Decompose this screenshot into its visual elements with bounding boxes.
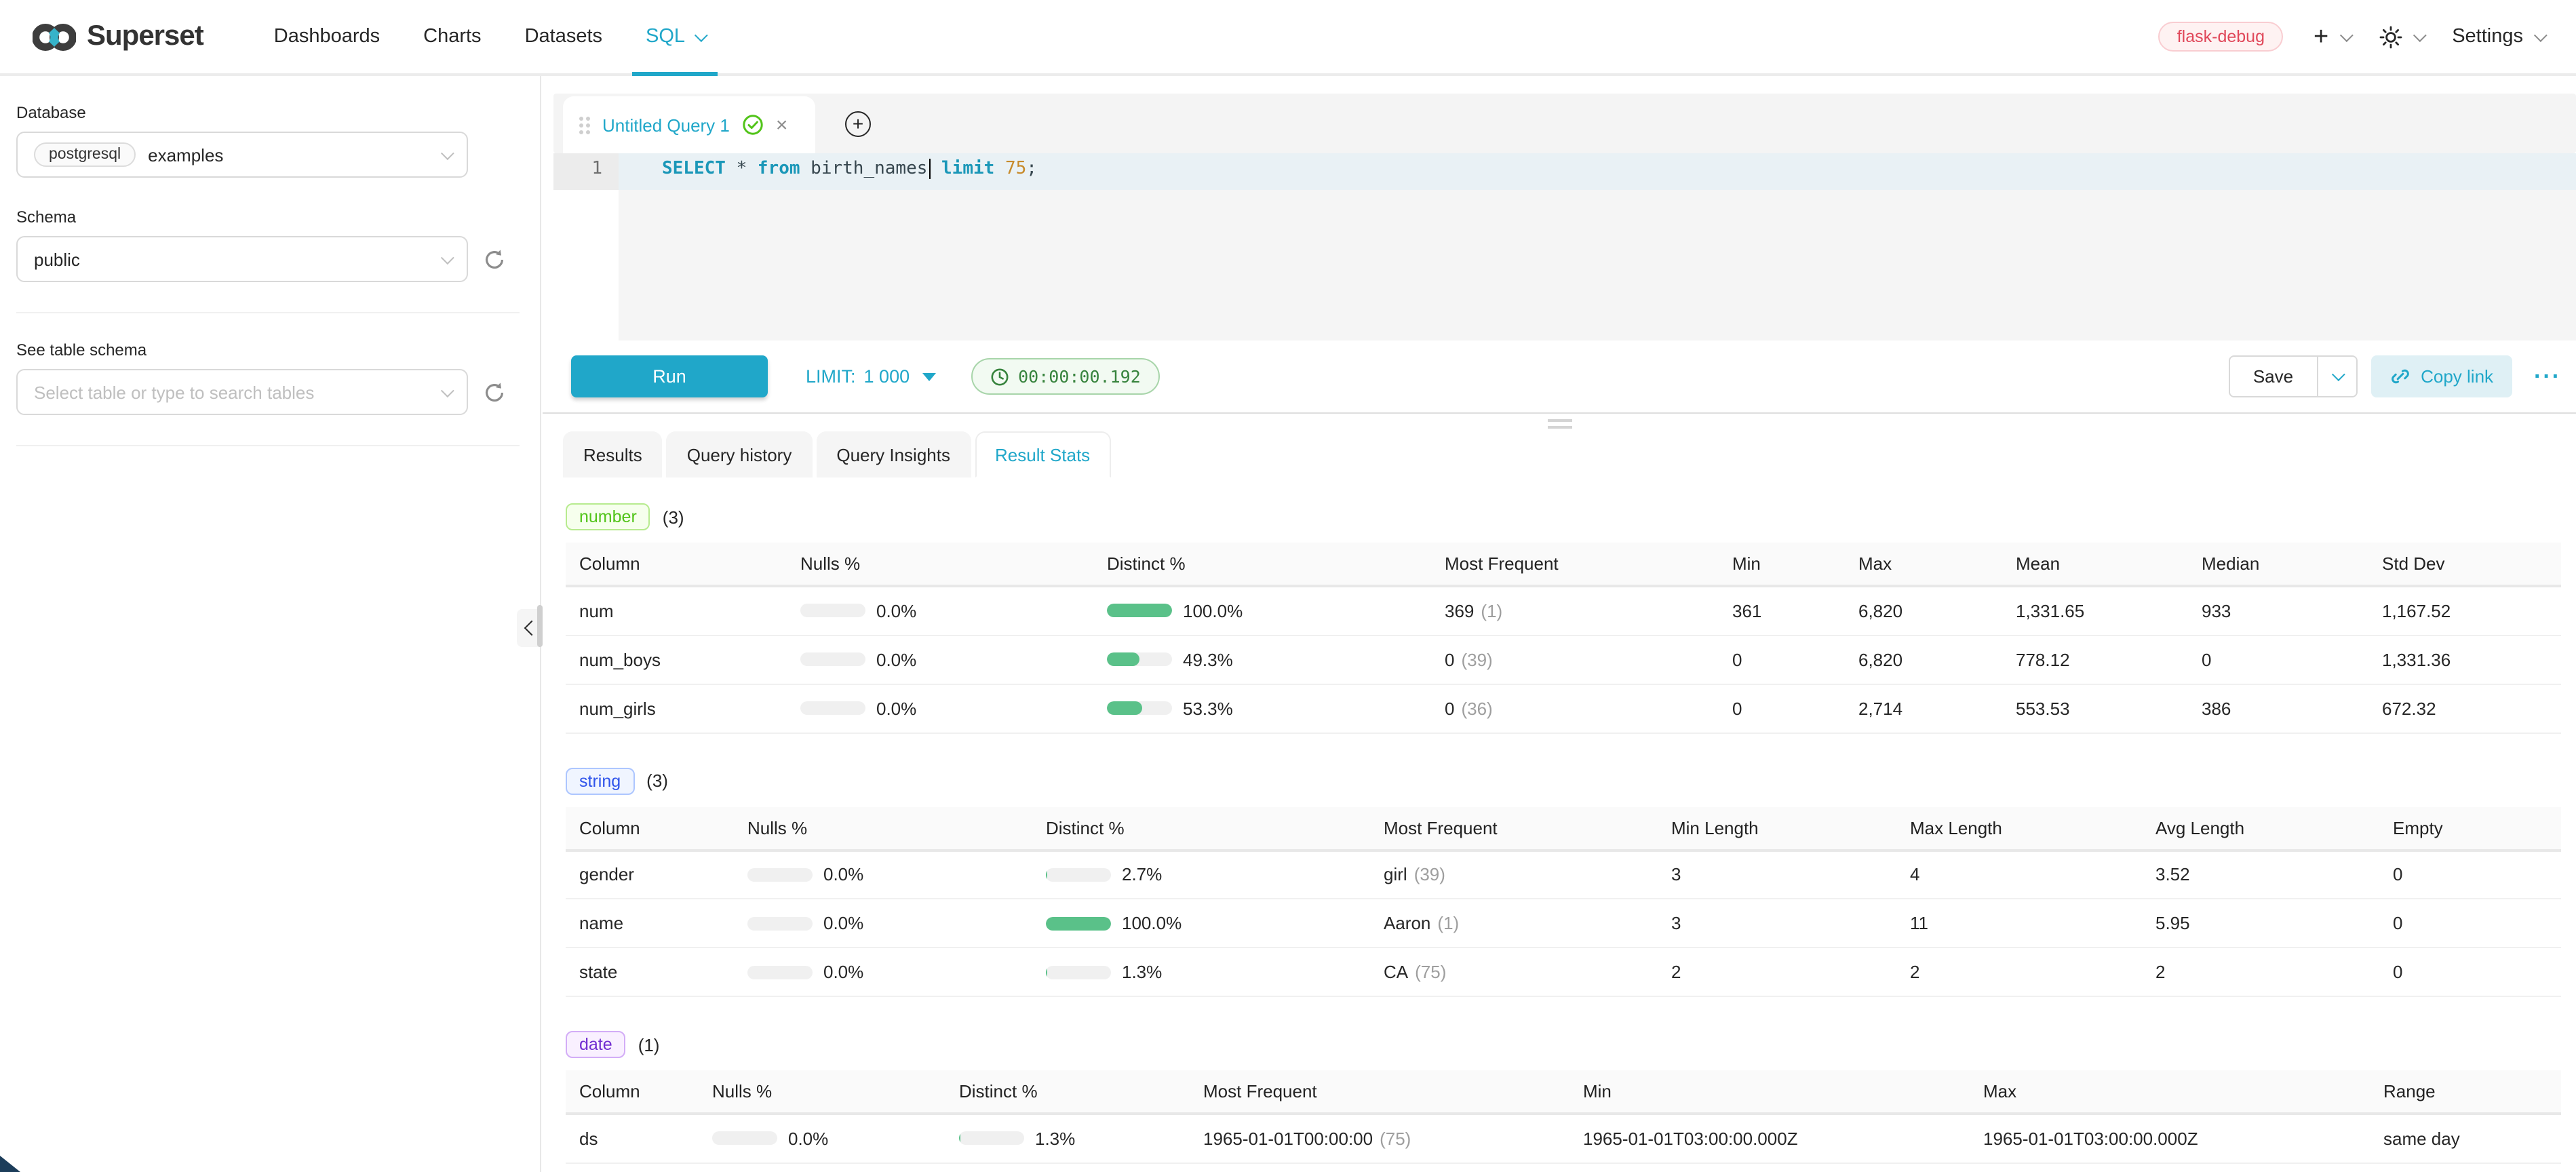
tab-query-history[interactable]: Query history [667,431,813,477]
settings-menu[interactable]: Settings [2452,26,2543,47]
editor-empty-area[interactable] [619,190,2576,340]
limit-dropdown[interactable]: LIMIT: 1 000 [806,366,935,387]
editor-gutter [553,190,619,340]
table-select[interactable]: Select table or type to search tables [16,369,468,415]
save-split-button: Save [2229,355,2357,397]
table-row: num_boys 0.0% 49.3% 0(39) 06,820 778.120… [566,635,2561,684]
close-tab-icon[interactable]: × [776,115,788,135]
chevron-down-icon [2534,28,2548,41]
result-tabbar: Results Query history Query Insights Res… [543,431,2576,477]
table-select-placeholder: Select table or type to search tables [34,382,314,402]
environment-badge: flask-debug [2158,22,2284,52]
new-item-menu[interactable]: + [2314,24,2349,50]
top-navbar: Superset Dashboards Charts Datasets SQL … [0,0,2576,76]
brand-name: Superset [87,20,203,53]
plus-icon: + [853,113,863,134]
schema-label: Schema [16,208,521,227]
table-row: ds 0.0% 1.3% 1965-01-01T00:00:00(75) 196… [566,1114,2561,1163]
tab-results[interactable]: Results [563,431,663,477]
chevron-down-icon [441,383,454,397]
nav-datasets[interactable]: Datasets [503,0,624,73]
run-button[interactable]: Run [571,355,768,397]
sqllab-left-panel: Database postgresql examples Schema publ… [0,76,541,1172]
chevron-down-icon [2332,368,2345,381]
new-query-tab-button[interactable]: + [845,111,871,136]
panel-scrollbar-thumb[interactable] [537,605,543,647]
query-tab-title: Untitled Query 1 [602,115,730,135]
number-stats-section: number (3) ColumnNulls % Distinct %Most … [566,503,2561,733]
resize-grip-icon [1547,419,1572,431]
table-schema-label: See table schema [16,340,521,359]
chevron-down-icon [441,146,454,159]
copy-link-button[interactable]: Copy link [2370,355,2512,397]
query-timer: 00:00:00.192 [971,358,1160,395]
number-type-badge: number [566,503,650,530]
plus-icon: + [2314,24,2328,50]
chevron-down-icon [695,28,708,41]
string-column-count: (3) [646,770,668,791]
tab-result-stats[interactable]: Result Stats [975,431,1110,477]
caret-down-icon [922,372,935,380]
database-engine-tag: postgresql [34,142,136,167]
table-header-row: ColumnNulls % Distinct %Most Frequent Mi… [566,1070,2561,1114]
table-header-row: ColumnNulls % Distinct %Most Frequent Mi… [566,543,2561,586]
superset-logo[interactable]: Superset [33,18,203,55]
database-select[interactable]: postgresql examples [16,132,468,178]
query-editor-tabbar: Untitled Query 1 × + [553,94,2576,153]
main-menu: Dashboards Charts Datasets SQL [252,0,726,73]
schema-select[interactable]: public [16,236,468,282]
pane-resize-handle[interactable] [543,414,2576,431]
string-type-badge: string [566,767,634,794]
string-stats-section: string (3) ColumnNulls % Distinct %Most … [566,767,2561,997]
string-stats-table: ColumnNulls % Distinct %Most Frequent Mi… [566,806,2561,997]
date-stats-section: date (1) ColumnNulls % Distinct %Most Fr… [566,1031,2561,1163]
chevron-down-icon [2413,28,2426,41]
link-icon [2389,366,2410,387]
nav-charts[interactable]: Charts [402,0,503,73]
sidebar-divider [16,312,520,313]
chevron-down-icon [441,250,454,264]
superset-sql-lab: Superset Dashboards Charts Datasets SQL … [0,0,2576,1172]
chevron-down-icon [2339,28,2353,41]
table-header-row: ColumnNulls % Distinct %Most Frequent Mi… [566,806,2561,850]
toolbar-right: Save Copy link ··· [2229,355,2561,397]
navbar-right: flask-debug + Settings [2158,22,2543,52]
table-row: name 0.0% 100.0% Aaron(1) 311 5.950 [566,899,2561,948]
table-row: num 0.0% 100.0% 369(1) 3616,820 1,331.65… [566,586,2561,635]
refresh-tables-icon[interactable] [483,380,506,404]
save-options-caret[interactable] [2316,357,2356,396]
theme-menu[interactable] [2379,25,2422,48]
sql-toolbar: Run LIMIT: 1 000 00:00:00.192 Save [543,340,2576,414]
table-row: gender 0.0% 2.7% girl(39) 34 3.520 [566,850,2561,899]
table-row: state 0.0% 1.3% CA(75) 22 20 [566,948,2561,996]
sun-icon [2379,25,2402,48]
database-value: examples [148,144,223,165]
line-number: 1 [553,153,619,190]
sql-code-line[interactable]: SELECT * from birth_names limit 75; [619,153,2576,190]
schema-value: public [34,249,80,269]
tab-query-insights[interactable]: Query Insights [816,431,971,477]
sidebar-divider [16,445,520,446]
timer-value: 00:00:00.192 [1018,366,1141,387]
number-stats-table: ColumnNulls % Distinct %Most Frequent Mi… [566,543,2561,733]
drag-handle-icon[interactable] [579,116,590,134]
clock-icon [990,367,1009,386]
save-button[interactable]: Save [2230,357,2316,396]
sql-code-editor[interactable]: 1 SELECT * from birth_names limit 75; [553,153,2576,340]
superset-infinity-icon [33,18,76,55]
nav-dashboards[interactable]: Dashboards [252,0,402,73]
sqllab-main-panel: Untitled Query 1 × + 1 SELECT * from bir… [543,76,2576,1172]
database-label: Database [16,103,521,122]
query-success-check-icon [742,114,764,136]
number-column-count: (3) [663,507,684,527]
date-type-badge: date [566,1031,626,1058]
result-stats-content: number (3) ColumnNulls % Distinct %Most … [543,503,2576,1163]
refresh-schemas-icon[interactable] [483,248,506,271]
date-stats-table: ColumnNulls % Distinct %Most Frequent Mi… [566,1070,2561,1163]
nav-sql[interactable]: SQL [624,0,726,73]
table-row: num_girls 0.0% 53.3% 0(36) 02,714 553.53… [566,684,2561,732]
query-editor-tab[interactable]: Untitled Query 1 × [563,96,815,153]
more-actions-button[interactable]: ··· [2534,363,2561,390]
date-column-count: (1) [638,1034,660,1055]
